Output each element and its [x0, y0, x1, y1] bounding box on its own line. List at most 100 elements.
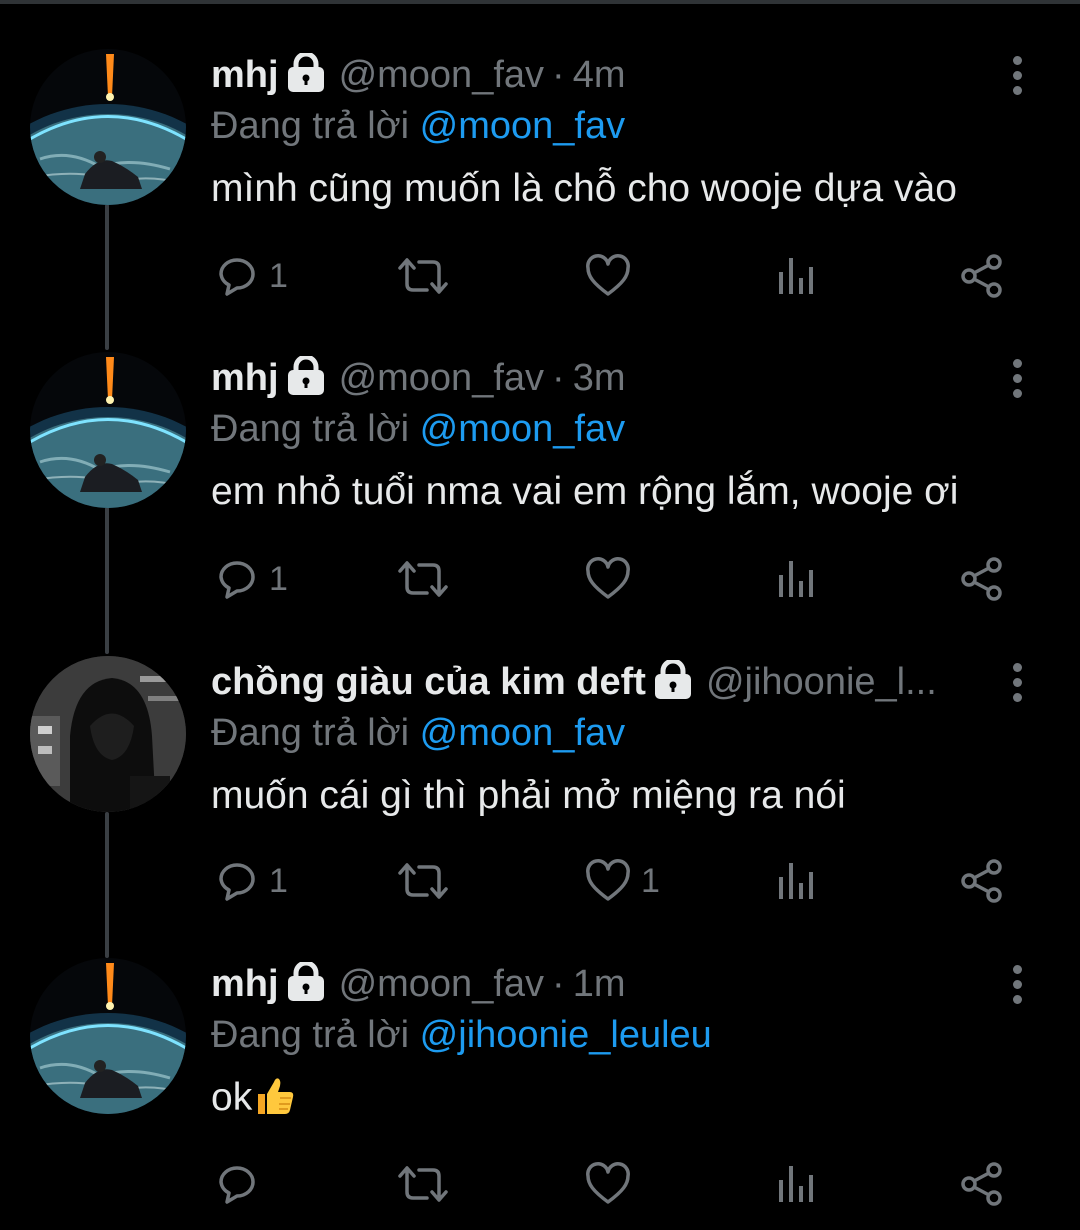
reply-button[interactable]: 1	[215, 251, 288, 301]
display-name[interactable]: mhj	[211, 958, 279, 1010]
replying-to: Đang trả lời @moon_fav	[211, 404, 1011, 454]
reply-button[interactable]: 1	[215, 856, 288, 906]
retweet-button[interactable]	[397, 856, 449, 906]
reply-icon	[219, 258, 255, 296]
analytics-icon	[779, 561, 813, 597]
heart-icon	[586, 1162, 630, 1204]
timestamp[interactable]: 4m	[573, 49, 626, 101]
tweet-header: mhj @moon_fav · 3m	[211, 352, 1011, 404]
more-options-icon[interactable]	[1000, 352, 1034, 404]
share-icon	[961, 1162, 1002, 1206]
replying-to: Đang trả lời @moon_fav	[211, 708, 1011, 758]
replying-to: Đang trả lời @jihoonie_leuleu	[211, 1010, 1011, 1060]
separator-dot: ·	[552, 963, 565, 1005]
retweet-icon	[398, 863, 448, 899]
avatar[interactable]	[30, 49, 186, 205]
timestamp[interactable]: 3m	[573, 352, 626, 404]
tweet-content: chồng giàu của kim deft @jihoonie_l... Đ…	[211, 656, 1011, 820]
like-count: 1	[641, 861, 660, 900]
share-icon	[961, 859, 1002, 903]
user-handle[interactable]: @moon_fav	[339, 352, 544, 404]
tweet-content: mhj @moon_fav · 1m Đang trả lời @jihooni…	[211, 958, 1011, 1122]
reply-count: 1	[269, 256, 288, 295]
analytics-icon	[779, 1166, 813, 1202]
reply-icon	[219, 561, 255, 599]
avatar[interactable]	[30, 656, 186, 812]
reply-button[interactable]: 1	[215, 554, 288, 604]
tweet-text: em nhỏ tuổi nma vai em rộng lắm, wooje ơ…	[211, 470, 959, 513]
share-button[interactable]	[959, 554, 1005, 604]
like-button[interactable]	[585, 251, 641, 301]
tweet-actions	[211, 1159, 1011, 1209]
display-name[interactable]: chồng giàu của kim deft	[211, 656, 646, 708]
mention-link[interactable]: @jihoonie_leuleu	[420, 1014, 712, 1056]
tweet-text: ok	[211, 1074, 1011, 1122]
retweet-icon	[398, 258, 448, 294]
thread-connector-line	[105, 507, 109, 654]
share-button[interactable]	[959, 251, 1005, 301]
reply-count: 1	[269, 861, 288, 900]
tweet-text-body: ok	[211, 1076, 253, 1119]
retweet-button[interactable]	[397, 554, 449, 604]
tweet-actions: 1	[211, 554, 1011, 604]
replying-to-label: Đang trả lời	[211, 105, 410, 147]
like-button[interactable]	[585, 554, 641, 604]
user-handle[interactable]: @moon_fav	[339, 958, 544, 1010]
analytics-button[interactable]	[776, 856, 816, 906]
tweet-content: mhj @moon_fav · 3m Đang trả lời @moon_fa…	[211, 352, 1011, 516]
separator-dot: ·	[552, 54, 565, 96]
thread-connector-line	[105, 812, 109, 958]
replying-to-label: Đang trả lời	[211, 1014, 410, 1056]
analytics-icon	[779, 258, 813, 294]
separator-dot: ·	[552, 357, 565, 399]
tweet-header: chồng giàu của kim deft @jihoonie_l...	[211, 656, 1011, 708]
reply-button[interactable]	[215, 1159, 269, 1209]
mention-link[interactable]: @moon_fav	[420, 105, 625, 147]
heart-icon	[586, 557, 630, 599]
replying-to: Đang trả lời @moon_fav	[211, 101, 1011, 151]
more-options-icon[interactable]	[1000, 958, 1034, 1010]
mention-link[interactable]: @moon_fav	[420, 712, 625, 754]
lock-icon	[287, 53, 324, 92]
reply-icon	[219, 1166, 255, 1204]
replying-to-label: Đang trả lời	[211, 712, 410, 754]
user-handle[interactable]: @jihoonie_l...	[706, 656, 937, 708]
share-icon	[961, 557, 1002, 601]
analytics-button[interactable]	[776, 554, 816, 604]
tweet-header: mhj @moon_fav · 4m	[211, 49, 1011, 101]
more-options-icon[interactable]	[1000, 49, 1034, 101]
tweet-text: muốn cái gì thì phải mở miệng ra nói	[211, 774, 846, 817]
heart-icon	[586, 859, 630, 901]
tweet-header: mhj @moon_fav · 1m	[211, 958, 1011, 1010]
avatar[interactable]	[30, 352, 186, 508]
display-name[interactable]: mhj	[211, 49, 279, 101]
tweet-actions: 1	[211, 251, 1011, 301]
reply-count: 1	[269, 559, 288, 598]
share-button[interactable]	[959, 1159, 1005, 1209]
display-name[interactable]: mhj	[211, 352, 279, 404]
retweet-button[interactable]	[397, 1159, 449, 1209]
reply-thread: mhj @moon_fav · 4m Đang trả lời @moon_fa…	[0, 0, 1080, 1230]
timestamp[interactable]: 1m	[573, 958, 626, 1010]
share-icon	[961, 254, 1002, 298]
retweet-button[interactable]	[397, 251, 449, 301]
heart-icon	[586, 254, 630, 296]
tweet-text: mình cũng muốn là chỗ cho wooje dựa vào	[211, 167, 957, 210]
lock-icon	[287, 356, 324, 395]
thread-connector-line	[105, 204, 109, 350]
thumbs-up-emoji	[258, 1078, 294, 1114]
analytics-button[interactable]	[776, 1159, 816, 1209]
like-button[interactable]: 1	[585, 856, 660, 906]
analytics-button[interactable]	[776, 251, 816, 301]
avatar[interactable]	[30, 958, 186, 1114]
more-options-icon[interactable]	[1000, 656, 1034, 708]
mention-link[interactable]: @moon_fav	[420, 408, 625, 450]
user-handle[interactable]: @moon_fav	[339, 49, 544, 101]
lock-icon	[654, 660, 691, 699]
like-button[interactable]	[585, 1159, 641, 1209]
replying-to-label: Đang trả lời	[211, 408, 410, 450]
share-button[interactable]	[959, 856, 1005, 906]
tweet-actions: 1 1	[211, 856, 1011, 906]
retweet-icon	[398, 1166, 448, 1202]
lock-icon	[287, 962, 324, 1001]
